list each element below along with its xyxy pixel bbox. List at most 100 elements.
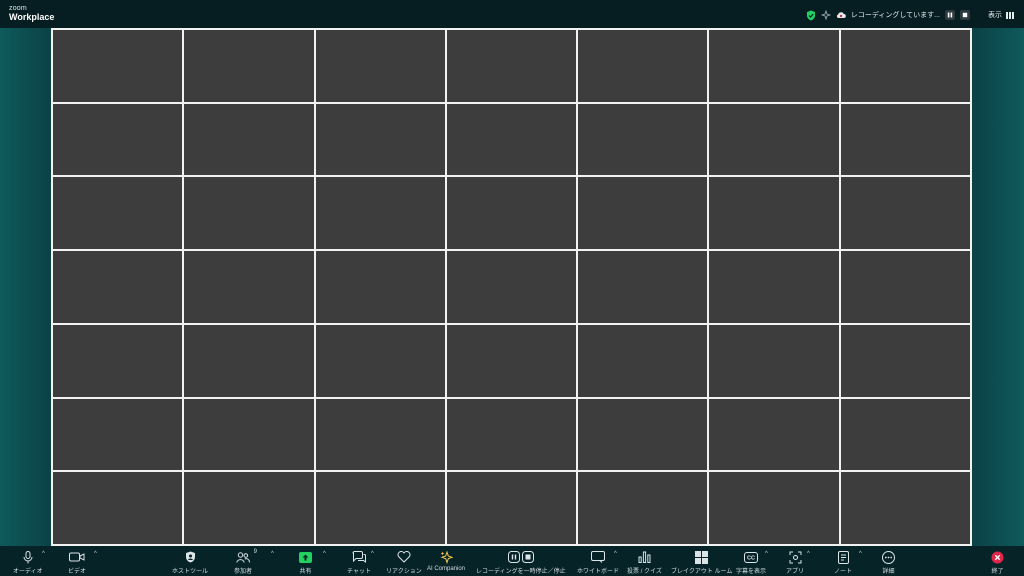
captions-button[interactable]: CC 字幕を表示 xyxy=(736,550,766,575)
whiteboard-options-caret[interactable]: ^ xyxy=(614,551,617,557)
apps-button[interactable]: アプリ xyxy=(786,550,804,575)
video-tile[interactable] xyxy=(315,177,445,250)
video-tile[interactable] xyxy=(446,324,577,397)
video-tile[interactable] xyxy=(446,472,577,544)
chat-options-caret[interactable]: ^ xyxy=(371,551,374,557)
more-button[interactable]: 詳細 xyxy=(882,550,895,575)
video-tile[interactable] xyxy=(709,324,839,397)
more-label: 詳細 xyxy=(882,569,895,575)
video-tile[interactable] xyxy=(53,30,183,102)
video-tile[interactable] xyxy=(709,30,839,102)
video-tile[interactable] xyxy=(53,251,183,323)
share-button[interactable]: 共有 xyxy=(299,550,312,575)
chat-label: チャット xyxy=(347,569,371,575)
video-tile[interactable] xyxy=(840,103,970,176)
video-tile[interactable] xyxy=(578,251,708,323)
host-tools-button[interactable]: ホストツール xyxy=(172,550,208,575)
recording-control-button[interactable]: レコーディングを一時停止／停止 xyxy=(476,550,566,575)
video-options-caret[interactable]: ^ xyxy=(94,551,97,557)
video-tile[interactable] xyxy=(840,30,970,102)
video-tile[interactable] xyxy=(184,103,314,176)
svg-text:CC: CC xyxy=(747,555,755,561)
share-screen-icon xyxy=(299,551,312,563)
logo-zoom-text: zoom xyxy=(9,5,27,12)
notes-options-caret[interactable]: ^ xyxy=(859,551,862,557)
polls-button[interactable]: 投票 / クイズ xyxy=(627,550,662,575)
video-tile[interactable] xyxy=(840,324,970,397)
video-button[interactable]: ビデオ xyxy=(68,550,86,575)
ai-companion-button[interactable]: AI Companion xyxy=(427,550,465,572)
video-tile[interactable] xyxy=(53,398,183,471)
pause-circle-icon xyxy=(507,551,520,563)
video-tile[interactable] xyxy=(578,177,708,250)
share-options-caret[interactable]: ^ xyxy=(323,551,326,557)
video-tile[interactable] xyxy=(840,472,970,544)
video-tile[interactable] xyxy=(184,251,314,323)
ai-sparkle-icon[interactable] xyxy=(820,10,831,20)
video-tile[interactable] xyxy=(315,103,445,176)
video-tile[interactable] xyxy=(184,472,314,544)
ai-companion-label: AI Companion xyxy=(427,566,466,572)
zoom-workplace-logo: zoom Workplace xyxy=(9,5,54,22)
video-tile[interactable] xyxy=(53,324,183,397)
end-meeting-button[interactable]: 終了 xyxy=(991,550,1004,575)
security-shield-icon[interactable] xyxy=(806,10,816,21)
participants-button[interactable]: 9 参加者 xyxy=(234,549,257,575)
video-tile[interactable] xyxy=(578,472,708,544)
video-tile[interactable] xyxy=(578,103,708,176)
pause-icon xyxy=(947,12,953,18)
video-tile[interactable] xyxy=(315,472,445,544)
video-tile[interactable] xyxy=(840,177,970,250)
video-tile[interactable] xyxy=(578,30,708,102)
chat-icon xyxy=(352,551,366,563)
video-tile[interactable] xyxy=(184,177,314,250)
video-tile[interactable] xyxy=(578,398,708,471)
video-tile[interactable] xyxy=(709,177,839,250)
video-camera-icon xyxy=(69,552,85,562)
polls-label: 投票 / クイズ xyxy=(627,569,662,575)
ai-companion-sparkle-icon xyxy=(440,550,453,564)
apps-options-caret[interactable]: ^ xyxy=(807,551,810,557)
captions-options-caret[interactable]: ^ xyxy=(765,551,768,557)
video-tile[interactable] xyxy=(315,324,445,397)
video-tile[interactable] xyxy=(446,177,577,250)
video-tile[interactable] xyxy=(446,398,577,471)
video-tile[interactable] xyxy=(840,251,970,323)
notes-button[interactable]: ノート xyxy=(834,550,852,575)
reactions-button[interactable]: リアクション xyxy=(386,550,422,575)
video-tile[interactable] xyxy=(446,103,577,176)
recording-status-text: レコーディングしています... xyxy=(850,12,940,19)
video-tile[interactable] xyxy=(709,398,839,471)
participants-options-caret[interactable]: ^ xyxy=(271,551,274,557)
video-tile[interactable] xyxy=(709,472,839,544)
participants-count: 9 xyxy=(253,549,257,555)
apps-icon xyxy=(789,551,801,563)
audio-button[interactable]: オーディオ xyxy=(13,550,43,575)
video-tile[interactable] xyxy=(184,398,314,471)
video-tile[interactable] xyxy=(315,251,445,323)
video-tile[interactable] xyxy=(184,30,314,102)
video-tile[interactable] xyxy=(446,251,577,323)
notes-icon xyxy=(837,550,849,564)
video-tile[interactable] xyxy=(184,324,314,397)
breakout-rooms-button[interactable]: ブレイクアウト ルーム xyxy=(671,550,732,575)
video-tile[interactable] xyxy=(53,177,183,250)
whiteboard-button[interactable]: ホワイトボード xyxy=(577,550,619,575)
video-tile[interactable] xyxy=(53,103,183,176)
video-tile[interactable] xyxy=(840,398,970,471)
video-tile[interactable] xyxy=(53,472,183,544)
end-meeting-label: 終了 xyxy=(991,569,1004,575)
video-tile[interactable] xyxy=(446,30,577,102)
video-tile[interactable] xyxy=(315,30,445,102)
video-tile[interactable] xyxy=(578,324,708,397)
view-button[interactable]: 表示 xyxy=(988,10,1014,20)
chat-button[interactable]: チャット xyxy=(347,550,371,575)
stop-recording-button[interactable] xyxy=(960,10,970,20)
breakout-rooms-label: ブレイクアウト ルーム xyxy=(671,569,733,575)
video-tile[interactable] xyxy=(315,398,445,471)
reactions-label: リアクション xyxy=(386,569,422,575)
video-tile[interactable] xyxy=(709,103,839,176)
pause-recording-button[interactable] xyxy=(945,10,955,20)
video-tile[interactable] xyxy=(709,251,839,323)
audio-options-caret[interactable]: ^ xyxy=(42,551,45,557)
